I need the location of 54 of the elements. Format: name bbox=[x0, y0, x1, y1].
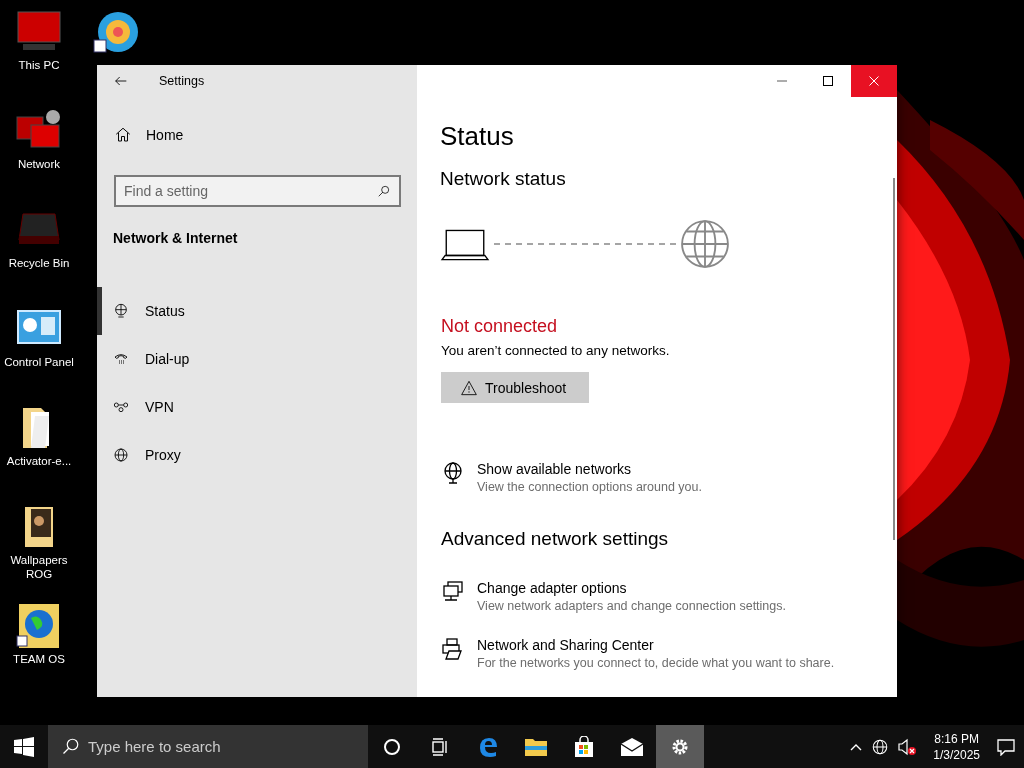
circle-icon bbox=[383, 737, 401, 756]
muted-speaker-icon[interactable] bbox=[897, 737, 918, 756]
desktop-icon-label[interactable]: Wallpapers ROG bbox=[0, 553, 78, 581]
home-icon bbox=[114, 126, 132, 144]
phone-icon bbox=[113, 351, 129, 367]
status-message: You aren’t connected to any networks. bbox=[441, 343, 671, 358]
page-heading: Status bbox=[440, 121, 515, 152]
link-description: View the connection options around you. bbox=[477, 480, 702, 494]
printer-folder-icon bbox=[441, 637, 465, 661]
troubleshoot-button[interactable]: Troubleshoot bbox=[441, 372, 589, 403]
maximize-icon bbox=[822, 75, 834, 87]
windows-logo-icon bbox=[14, 736, 34, 757]
warning-icon bbox=[461, 379, 477, 396]
desktop-icon-label[interactable]: Control Panel bbox=[4, 355, 74, 369]
app-shortcut-icon bbox=[92, 10, 140, 54]
desktop-icon-label[interactable]: Recycle Bin bbox=[8, 256, 70, 270]
desktop-icon-label[interactable]: Network bbox=[17, 157, 61, 171]
network-globe-icon bbox=[441, 461, 465, 485]
envelope-icon bbox=[620, 737, 644, 756]
sidebar-item[interactable]: Dial-up bbox=[97, 335, 417, 383]
notification-icon[interactable] bbox=[996, 737, 1016, 756]
close-icon bbox=[868, 75, 880, 87]
desktop-icon-label[interactable]: TEAM OS bbox=[13, 652, 65, 666]
link-title[interactable]: Network and Sharing Center bbox=[477, 637, 835, 653]
window-title: Settings bbox=[159, 74, 205, 88]
connection-status: Not connected bbox=[441, 316, 559, 337]
taskbar-search-field[interactable]: Type here to search bbox=[48, 725, 368, 768]
link-description: For the networks you connect to, decide what you want to share. bbox=[477, 656, 835, 670]
computer-network-icon bbox=[441, 580, 465, 604]
search-field[interactable]: Find a setting bbox=[114, 175, 401, 207]
link-description: View network adapters and change connection settings. bbox=[477, 599, 786, 613]
sidebar-item[interactable]: VPN bbox=[97, 383, 417, 431]
search-icon bbox=[377, 184, 391, 198]
section-heading: Advanced network settings bbox=[441, 528, 670, 550]
link-title[interactable]: Change adapter options bbox=[477, 580, 786, 596]
vpn-icon bbox=[113, 399, 129, 415]
home-nav-item[interactable]: Home bbox=[97, 97, 417, 149]
section-heading: Network & Internet bbox=[113, 230, 238, 246]
clock[interactable]: 8:16 PM 1/3/2025 bbox=[925, 730, 988, 763]
shopping-bag-icon bbox=[573, 735, 595, 758]
sidebar-item[interactable]: Proxy bbox=[97, 431, 417, 479]
section-heading: Network status bbox=[440, 168, 567, 190]
desktop-icon-label[interactable]: This PC bbox=[18, 58, 60, 72]
network-globe-icon[interactable] bbox=[871, 737, 890, 756]
desktop-icon-label[interactable]: Activator-e... bbox=[6, 454, 72, 468]
taskbar-app[interactable] bbox=[656, 725, 704, 768]
link-title[interactable]: Show available networks bbox=[477, 461, 702, 477]
scrollbar[interactable] bbox=[893, 178, 895, 540]
task-view-icon bbox=[431, 737, 449, 756]
globe-icon bbox=[680, 219, 730, 269]
globe-icon bbox=[113, 447, 129, 463]
edge-browser-icon bbox=[477, 735, 499, 758]
network-status-icon bbox=[113, 303, 129, 319]
search-icon bbox=[62, 737, 80, 755]
